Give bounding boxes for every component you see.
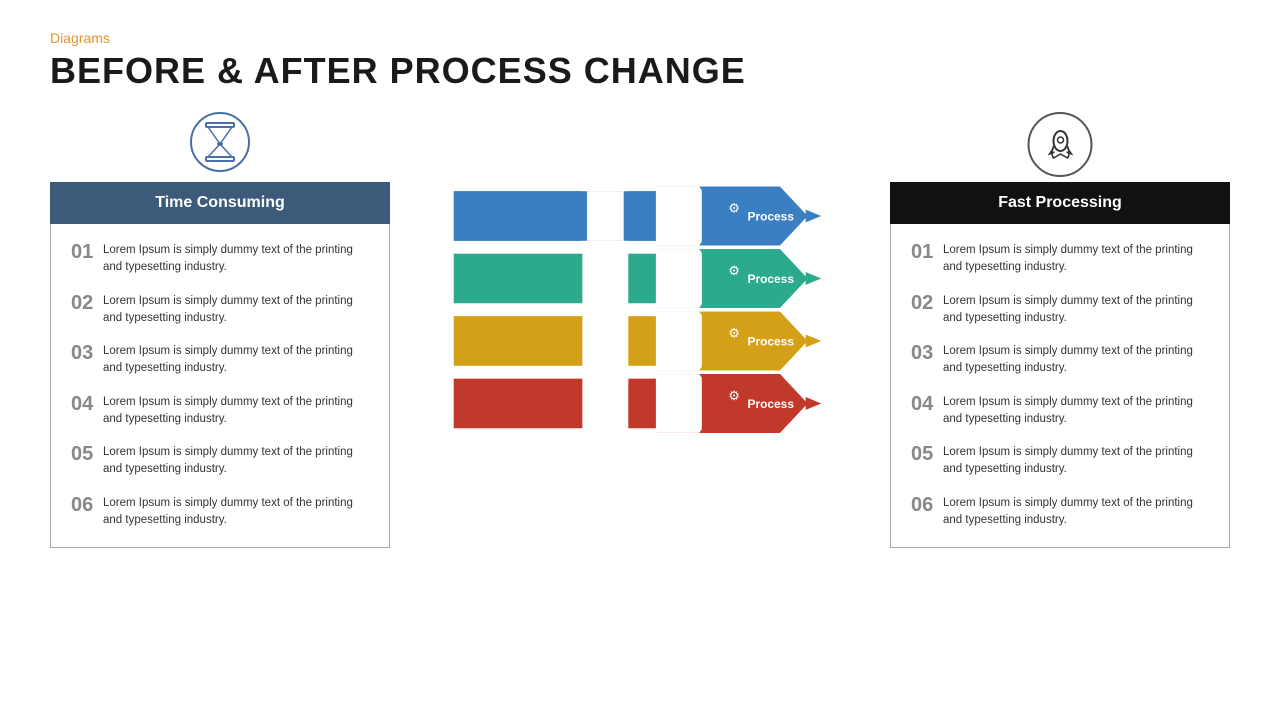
list-item: 06 Lorem Ipsum is simply dummy text of t… [906,487,1214,538]
category-label: Diagrams [50,30,1230,46]
list-item: 01 Lorem Ipsum is simply dummy text of t… [906,234,1214,285]
right-panel: Fast Processing 01 Lorem Ipsum is simply… [890,182,1230,548]
list-item: 01 Lorem Ipsum is simply dummy text of t… [66,234,374,285]
svg-text:Process: Process [748,335,795,349]
list-item: 05 Lorem Ipsum is simply dummy text of t… [906,436,1214,487]
svg-text:Process: Process [748,397,795,411]
middle-diagram: ⚙ Process ⚙ Process ⚙ Process [390,182,885,527]
list-item: 03 Lorem Ipsum is simply dummy text of t… [66,335,374,386]
left-panel: Time Consuming 01 Lorem Ipsum is simply … [50,182,390,548]
svg-text:⚙: ⚙ [728,263,740,278]
svg-text:⚙: ⚙ [728,325,740,340]
svg-text:Process: Process [748,272,795,286]
svg-text:⚙: ⚙ [728,388,740,403]
list-item: 02 Lorem Ipsum is simply dummy text of t… [906,285,1214,336]
left-header: Time Consuming [50,182,390,224]
svg-text:⚙: ⚙ [728,200,740,215]
right-header: Fast Processing [890,182,1230,224]
main-title: BEFORE & AFTER PROCESS CHANGE [50,50,1230,92]
list-item: 06 Lorem Ipsum is simply dummy text of t… [66,487,374,538]
list-item: 04 Lorem Ipsum is simply dummy text of t… [66,386,374,437]
list-item: 05 Lorem Ipsum is simply dummy text of t… [66,436,374,487]
hourglass-icon [190,112,250,172]
rocket-icon [1028,112,1093,177]
list-item: 02 Lorem Ipsum is simply dummy text of t… [66,285,374,336]
left-list: 01 Lorem Ipsum is simply dummy text of t… [50,224,390,548]
list-item: 04 Lorem Ipsum is simply dummy text of t… [906,386,1214,437]
right-list: 01 Lorem Ipsum is simply dummy text of t… [890,224,1230,548]
list-item: 03 Lorem Ipsum is simply dummy text of t… [906,335,1214,386]
svg-text:Process: Process [748,210,795,224]
